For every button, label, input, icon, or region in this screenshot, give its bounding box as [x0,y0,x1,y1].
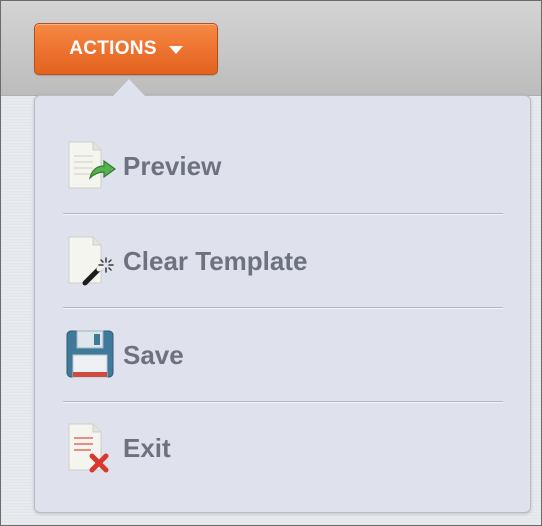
menu-item-label: Save [123,339,184,370]
menu-item-save[interactable]: Save [63,325,503,385]
menu-item-label: Clear Template [123,245,308,276]
exit-icon [63,420,119,476]
menu-item-label: Exit [123,432,171,463]
menu-divider [63,401,503,403]
save-icon [63,327,119,383]
app-frame: ACTIONS Preview Clear Template Save Exit [0,0,542,526]
menu-pointer [113,79,145,96]
actions-button[interactable]: ACTIONS [34,23,218,75]
preview-icon [63,138,119,194]
toolbar: ACTIONS [1,1,541,96]
menu-divider [63,213,503,215]
actions-button-label: ACTIONS [69,38,157,59]
menu-item-label: Preview [123,150,222,181]
menu-item-exit[interactable]: Exit [63,418,503,478]
menu-divider [63,307,503,309]
clear-template-icon [63,233,119,289]
menu-item-preview[interactable]: Preview [63,136,503,196]
menu-item-clear-template[interactable]: Clear Template [63,231,503,291]
actions-menu: Preview Clear Template Save Exit [34,95,531,513]
caret-down-icon [168,46,183,54]
